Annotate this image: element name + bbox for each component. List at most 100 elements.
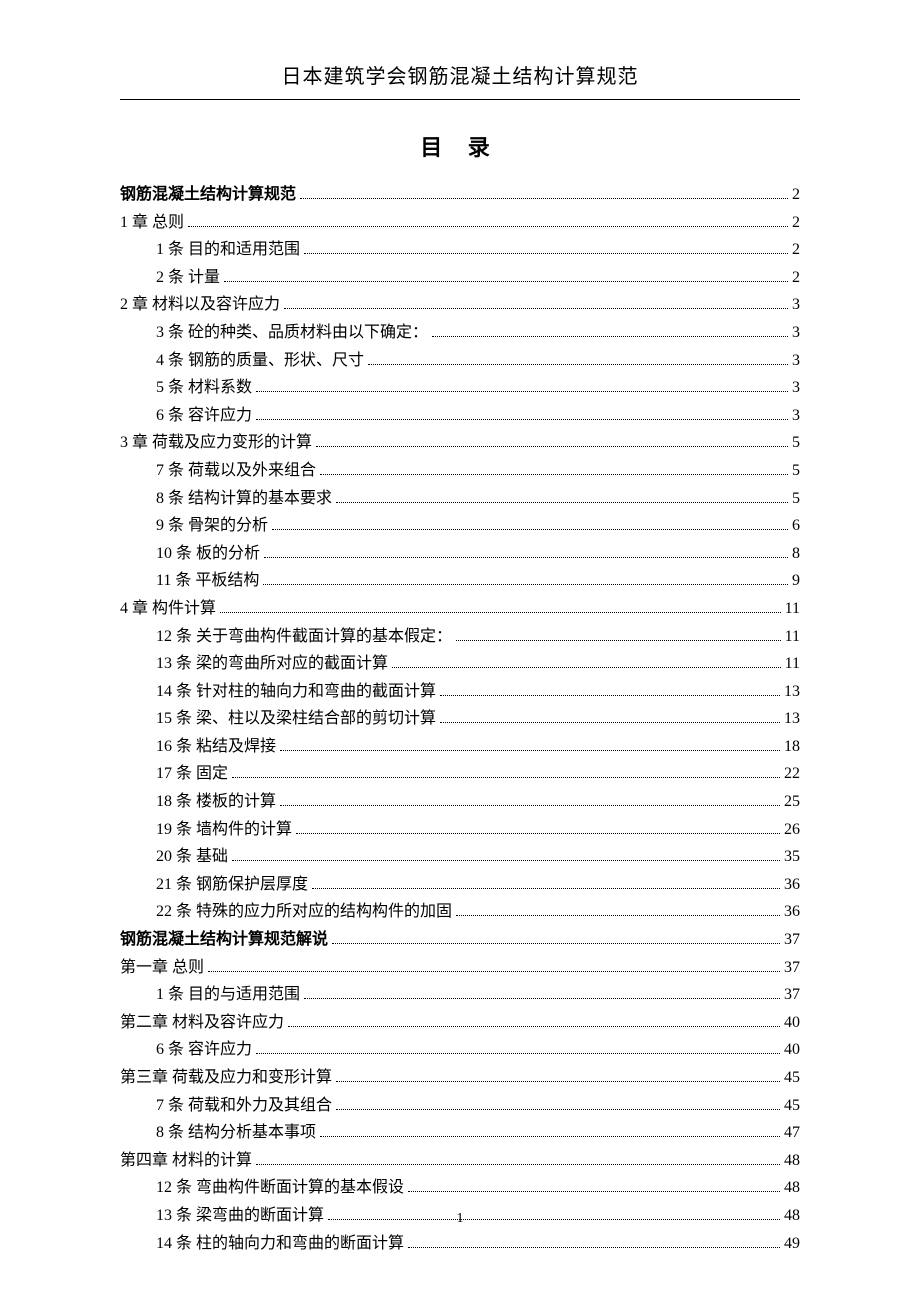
toc-entry[interactable]: 11 条 平板结构9 (120, 568, 800, 594)
toc-leader-dots (296, 833, 780, 834)
toc-leader-dots (456, 915, 780, 916)
toc-entry-label: 15 条 梁、柱以及梁柱结合部的剪切计算 (156, 706, 436, 732)
toc-entry-label: 第一章 总则 (120, 955, 204, 981)
toc-entry-page: 49 (784, 1231, 800, 1257)
toc-entry-label: 19 条 墙构件的计算 (156, 817, 292, 843)
toc-entry[interactable]: 7 条 荷载以及外来组合 5 (120, 458, 800, 484)
toc-leader-dots (280, 750, 780, 751)
toc-leader-dots (336, 1081, 780, 1082)
toc-entry-page: 35 (784, 844, 800, 870)
toc-leader-dots (300, 198, 788, 199)
toc-entry[interactable]: 15 条 梁、柱以及梁柱结合部的剪切计算13 (120, 706, 800, 732)
toc-entry[interactable]: 13 条 梁的弯曲所对应的截面计算11 (120, 651, 800, 677)
toc-entry[interactable]: 钢筋混凝土结构计算规范 2 (120, 182, 800, 208)
toc-entry-label: 5 条 材料系数 (156, 375, 252, 401)
toc-entry[interactable]: 18 条 楼板的计算25 (120, 789, 800, 815)
toc-entry[interactable]: 12 条 关于弯曲构件截面计算的基本假定：11 (120, 624, 800, 650)
toc-entry-label: 14 条 柱的轴向力和弯曲的断面计算 (156, 1231, 404, 1257)
toc-entry-label: 14 条 针对柱的轴向力和弯曲的截面计算 (156, 679, 436, 705)
toc-entry-page: 47 (784, 1120, 800, 1146)
toc-entry-label: 7 条 荷载以及外来组合 (156, 458, 316, 484)
toc-entry-label: 12 条 弯曲构件断面计算的基本假设 (156, 1175, 404, 1201)
toc-entry[interactable]: 第二章 材料及容许应力40 (120, 1010, 800, 1036)
toc-entry-label: 2 条 计量 (156, 265, 220, 291)
toc-entry-page: 6 (792, 513, 800, 539)
toc-entry-page: 45 (784, 1065, 800, 1091)
toc-leader-dots (232, 860, 780, 861)
toc-entry[interactable]: 21 条 钢筋保护层厚度36 (120, 872, 800, 898)
toc-entry[interactable]: 6 条 容许应力3 (120, 403, 800, 429)
toc-entry[interactable]: 14 条 柱的轴向力和弯曲的断面计算 49 (120, 1231, 800, 1257)
toc-entry-page: 3 (792, 348, 800, 374)
toc-leader-dots (232, 777, 780, 778)
toc-leader-dots (272, 529, 788, 530)
toc-entry-page: 5 (792, 458, 800, 484)
toc-entry-page: 3 (792, 320, 800, 346)
toc-entry-page: 2 (792, 237, 800, 263)
toc-entry[interactable]: 17 条 固定22 (120, 761, 800, 787)
toc-entry-label: 20 条 基础 (156, 844, 228, 870)
toc-entry-page: 8 (792, 541, 800, 567)
toc-entry[interactable]: 22 条 特殊的应力所对应的结构构件的加固 36 (120, 899, 800, 925)
toc-entry[interactable]: 第一章 总则 37 (120, 955, 800, 981)
toc-leader-dots (408, 1191, 780, 1192)
toc-entry[interactable]: 2 条 计量2 (120, 265, 800, 291)
toc-leader-dots (440, 722, 780, 723)
toc-entry-page: 36 (784, 899, 800, 925)
toc-entry[interactable]: 4 条 钢筋的质量、形状、尺寸3 (120, 348, 800, 374)
toc-entry[interactable]: 20 条 基础 35 (120, 844, 800, 870)
toc-leader-dots (320, 474, 788, 475)
toc-leader-dots (312, 888, 780, 889)
toc-entry[interactable]: 第四章 材料的计算48 (120, 1148, 800, 1174)
toc-entry[interactable]: 16 条 粘结及焊接18 (120, 734, 800, 760)
toc-entry-page: 48 (784, 1148, 800, 1174)
toc-entry-page: 37 (784, 982, 800, 1008)
toc-entry-label: 11 条 平板结构 (156, 568, 259, 594)
toc-entry-page: 37 (784, 955, 800, 981)
toc-leader-dots (368, 364, 788, 365)
toc-entry[interactable]: 2 章 材料以及容许应力3 (120, 292, 800, 318)
toc-entry[interactable]: 1 条 目的和适用范围 2 (120, 237, 800, 263)
document-header: 日本建筑学会钢筋混凝土结构计算规范 (120, 60, 800, 100)
toc-entry-label: 10 条 板的分析 (156, 541, 260, 567)
toc-leader-dots (336, 1109, 780, 1110)
toc-entry[interactable]: 钢筋混凝土结构计算规范解说 37 (120, 927, 800, 953)
toc-entry-page: 36 (784, 872, 800, 898)
toc-entry[interactable]: 10 条 板的分析 8 (120, 541, 800, 567)
toc-entry[interactable]: 14 条 针对柱的轴向力和弯曲的截面计算13 (120, 679, 800, 705)
toc-entry[interactable]: 第三章 荷载及应力和变形计算45 (120, 1065, 800, 1091)
toc-leader-dots (256, 391, 788, 392)
toc-leader-dots (456, 640, 781, 641)
toc-entry[interactable]: 1 章 总则2 (120, 210, 800, 236)
toc-entry-page: 5 (792, 486, 800, 512)
toc-entry-label: 4 章 构件计算 (120, 596, 216, 622)
toc-entry[interactable]: 3 章 荷载及应力变形的计算5 (120, 430, 800, 456)
toc-leader-dots (288, 1026, 780, 1027)
toc-entry-label: 3 条 砼的种类、品质材料由以下确定： (156, 320, 428, 346)
toc-leader-dots (224, 281, 788, 282)
toc-leader-dots (208, 971, 780, 972)
table-of-contents: 钢筋混凝土结构计算规范 21 章 总则21 条 目的和适用范围22 条 计量22… (120, 182, 800, 1256)
toc-leader-dots (432, 336, 788, 337)
toc-entry[interactable]: 8 条 结构计算的基本要求5 (120, 486, 800, 512)
toc-entry[interactable]: 4 章 构件计算11 (120, 596, 800, 622)
toc-entry[interactable]: 8 条 结构分析基本事项47 (120, 1120, 800, 1146)
toc-leader-dots (220, 612, 781, 613)
toc-entry-label: 1 章 总则 (120, 210, 184, 236)
toc-entry[interactable]: 12 条 弯曲构件断面计算的基本假设 48 (120, 1175, 800, 1201)
toc-entry-page: 11 (785, 624, 800, 650)
toc-entry[interactable]: 3 条 砼的种类、品质材料由以下确定： 3 (120, 320, 800, 346)
toc-entry-label: 7 条 荷载和外力及其组合 (156, 1093, 332, 1119)
toc-entry[interactable]: 5 条 材料系数3 (120, 375, 800, 401)
toc-entry[interactable]: 9 条 骨架的分析6 (120, 513, 800, 539)
toc-entry[interactable]: 19 条 墙构件的计算26 (120, 817, 800, 843)
toc-entry-label: 1 条 目的和适用范围 (156, 237, 300, 263)
toc-entry-page: 48 (784, 1175, 800, 1201)
toc-entry-label: 6 条 容许应力 (156, 403, 252, 429)
toc-entry[interactable]: 1 条 目的与适用范围37 (120, 982, 800, 1008)
toc-entry[interactable]: 6 条 容许应力40 (120, 1037, 800, 1063)
toc-entry-label: 22 条 特殊的应力所对应的结构构件的加固 (156, 899, 452, 925)
toc-entry[interactable]: 7 条 荷载和外力及其组合45 (120, 1093, 800, 1119)
toc-leader-dots (256, 1164, 780, 1165)
toc-entry-label: 2 章 材料以及容许应力 (120, 292, 280, 318)
